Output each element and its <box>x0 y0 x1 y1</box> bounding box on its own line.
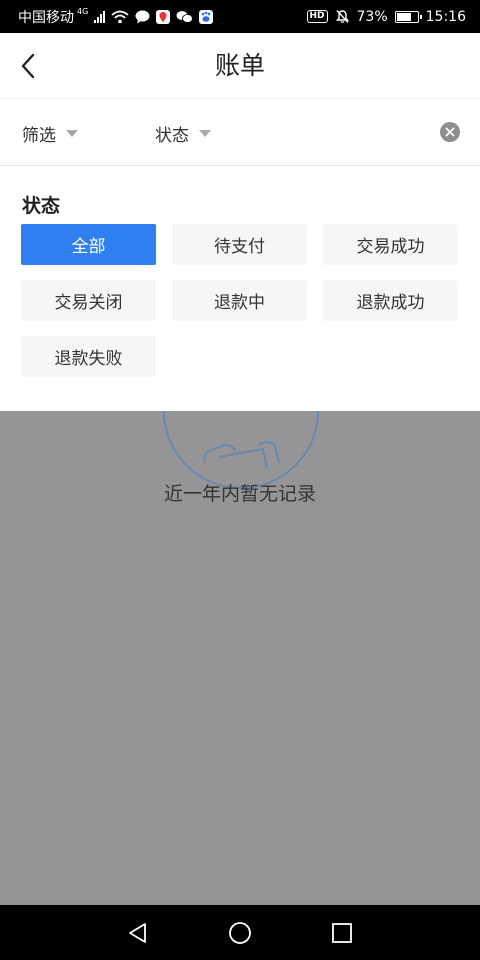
status-option-pending-payment[interactable]: 待支付 <box>172 224 307 265</box>
status-bar-left: 中国移动 4G <box>18 7 214 27</box>
wifi-icon <box>111 10 129 23</box>
clock: 15:16 <box>425 8 466 25</box>
signal-icon <box>94 10 106 23</box>
megaphone-icon <box>203 441 280 470</box>
nav-home-button[interactable] <box>224 917 256 949</box>
app-header: 账单 <box>0 33 480 99</box>
map-app-icon <box>156 9 171 24</box>
status-filter-panel: 状态 全部 待支付 交易成功 交易关闭 退款中 退款成功 退款失败 <box>0 167 480 411</box>
battery-icon <box>394 10 422 23</box>
wechat-icon <box>176 10 194 23</box>
status-dropdown[interactable]: 状态 <box>155 100 211 166</box>
baidu-app-icon <box>199 9 214 24</box>
filter-label: 筛选 <box>22 125 56 146</box>
page-title: 账单 <box>214 51 265 80</box>
panel-heading: 状态 <box>22 195 61 217</box>
status-option-trade-success[interactable]: 交易成功 <box>323 224 458 265</box>
battery-percent: 73% <box>356 8 388 25</box>
status-option-refund-success[interactable]: 退款成功 <box>323 280 458 321</box>
filter-bar: 筛选 状态 <box>0 100 480 166</box>
status-label: 状态 <box>155 125 189 146</box>
status-option-refunding[interactable]: 退款中 <box>172 280 307 321</box>
status-option-refund-failed[interactable]: 退款失败 <box>21 336 156 377</box>
status-bar: 中国移动 4G HD 73% 15:16 <box>0 0 480 33</box>
caret-down-icon <box>66 129 78 137</box>
status-option-all[interactable]: 全部 <box>21 224 156 265</box>
mute-bell-icon <box>335 10 349 23</box>
status-option-trade-closed[interactable]: 交易关闭 <box>21 280 156 321</box>
close-icon <box>445 127 455 137</box>
carrier-name: 中国移动 <box>18 9 74 26</box>
dim-overlay[interactable]: 近一年内暂无记录 <box>0 411 480 905</box>
empty-state-message: 近一年内暂无记录 <box>163 483 316 505</box>
system-nav-bar <box>0 905 480 960</box>
chat-bubble-icon <box>135 10 150 23</box>
clear-filter-button[interactable] <box>440 122 460 142</box>
hd-badge: HD <box>306 10 328 23</box>
square-recents-icon <box>332 923 352 943</box>
network-type: 4G <box>77 7 89 16</box>
back-button[interactable] <box>8 46 48 86</box>
battery-level-fill <box>396 12 411 21</box>
caret-down-icon <box>199 129 211 137</box>
status-bar-right: HD 73% 15:16 <box>306 8 466 25</box>
circle-home-icon <box>229 922 251 944</box>
chevron-left-icon <box>21 53 35 79</box>
triangle-back-icon <box>129 923 146 943</box>
nav-recents-button[interactable] <box>326 917 358 949</box>
nav-back-button[interactable] <box>122 917 154 949</box>
filter-dropdown[interactable]: 筛选 <box>22 100 78 166</box>
empty-state-illustration <box>163 411 319 489</box>
